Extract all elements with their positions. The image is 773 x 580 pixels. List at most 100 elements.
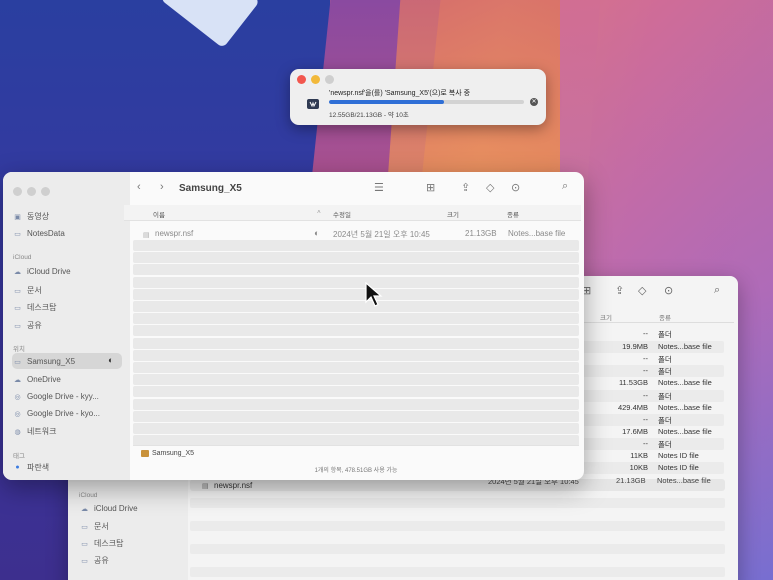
minimize-button[interactable] (27, 187, 36, 196)
sidebar-item-icloud-drive[interactable]: ☁ iCloud Drive (13, 267, 71, 276)
back-file-name: newspr.nsf (214, 481, 253, 490)
copy-progress-bar (329, 100, 524, 104)
cloud-icon: ☁ (14, 376, 21, 384)
row-kind: 폴더 (658, 355, 672, 364)
back-arrow-icon[interactable]: ‹ (137, 181, 141, 193)
row-size: -- (643, 391, 648, 400)
sidebar-item-onedrive[interactable]: ☁ OneDrive (13, 375, 61, 384)
row-size: 11.53GB (618, 378, 648, 387)
row-size: -- (643, 354, 648, 363)
row-kind: 폴더 (658, 440, 672, 449)
google-drive-icon: ◎ (14, 410, 21, 418)
sidebar-item-movies[interactable]: ▣ 동영상 (13, 211, 49, 222)
sidebar-item-samsung-x5[interactable]: ▭ Samsung_X5 (13, 357, 75, 366)
zoom-button[interactable] (325, 75, 334, 84)
zoom-button[interactable] (41, 187, 50, 196)
file-icon: ▤ (202, 483, 209, 490)
back-sidebar-item-documents[interactable]: ▭ 문서 (80, 521, 109, 532)
copy-dialog-title: 'newspr.nsf'을(를) 'Samsung_X5'(으)로 복사 중 (329, 90, 471, 97)
row-size: -- (643, 329, 648, 338)
search-icon[interactable]: ⌕ (562, 180, 568, 193)
back-sidebar-item-icloud-drive[interactable]: ☁ iCloud Drive (80, 504, 138, 513)
drive-icon (141, 450, 149, 457)
sidebar-header-icloud: iCloud (13, 254, 32, 261)
row-kind: Notes...base file (658, 403, 712, 412)
row-kind: 폴더 (658, 392, 672, 401)
row-kind: Notes...base file (658, 427, 712, 436)
sidebar-item-tag-blue[interactable]: ● 파란색 (13, 462, 49, 473)
table-row[interactable]: -- 폴더 (564, 438, 732, 451)
status-bar: 1개의 항목, 478.51GB 사용 가능 (314, 468, 398, 474)
empty-row (190, 544, 725, 554)
empty-row (133, 301, 579, 312)
eject-progress-icon[interactable]: ◐ (108, 355, 113, 365)
column-name[interactable]: 이름 (153, 209, 165, 219)
film-icon: ▣ (14, 213, 21, 221)
sidebar-item-documents[interactable]: ▭ 문서 (13, 285, 42, 296)
sidebar-item-shared[interactable]: ▭ 공유 (13, 320, 42, 331)
document-icon: ▭ (81, 523, 88, 531)
sidebar-item-desktop[interactable]: ▭ 데스크탑 (13, 302, 56, 313)
tag-icon[interactable]: ◇ (638, 284, 646, 297)
sidebar-item-google-drive-1[interactable]: ◎ Google Drive - kyy... (13, 392, 98, 401)
shared-folder-icon: ▭ (81, 557, 88, 565)
group-view-icon[interactable]: ⊞ (426, 181, 435, 194)
back-sidebar-item-desktop[interactable]: ▭ 데스크탑 (80, 538, 123, 549)
sidebar-item-notesdata[interactable]: ▭ NotesData (13, 229, 65, 238)
search-icon[interactable]: ⌕ (714, 284, 720, 297)
copy-progress-fill (329, 100, 445, 104)
table-row[interactable]: 11.53GB Notes...base file (572, 378, 732, 390)
desktop-icon: ▭ (81, 540, 88, 548)
row-kind: Notes...base file (658, 342, 712, 351)
cloud-icon: ☁ (14, 268, 21, 276)
mouse-cursor-icon (365, 281, 383, 313)
empty-row (133, 423, 579, 434)
close-button[interactable] (297, 75, 306, 84)
share-icon[interactable]: ⇪ (615, 284, 624, 297)
list-view-icon[interactable]: ☰ (374, 181, 384, 194)
stop-copy-button[interactable]: ✕ (530, 98, 538, 106)
row-size: -- (643, 366, 648, 375)
table-row[interactable]: 10KB Notes ID file (564, 462, 732, 475)
row-kind: 폴더 (658, 330, 672, 339)
empty-row (133, 240, 579, 251)
back-sidebar-item-shared[interactable]: ▭ 공유 (80, 555, 109, 566)
column-size[interactable]: 크기 (447, 209, 459, 219)
window-controls (13, 187, 50, 196)
path-bar-item[interactable]: Samsung_X5 (152, 450, 194, 457)
file-name[interactable]: newspr.nsf (155, 229, 193, 238)
shared-folder-icon: ▭ (14, 322, 21, 330)
desktop-icon: ▭ (14, 304, 21, 312)
more-options-icon[interactable]: ⊙ (511, 181, 520, 194)
more-options-icon[interactable]: ⊙ (664, 284, 673, 297)
sort-arrow-icon: ˄ (317, 209, 321, 216)
table-row[interactable]: 19.9MB Notes...base file (564, 341, 732, 354)
file-kind: Notes...base file (508, 229, 566, 238)
row-size: 17.6MB (622, 427, 648, 436)
row-size: -- (643, 439, 648, 448)
forward-arrow-icon[interactable]: › (160, 181, 164, 193)
empty-row (133, 313, 579, 324)
empty-row (133, 338, 579, 349)
table-row[interactable]: -- 폴더 (564, 390, 732, 403)
column-kind[interactable]: 종류 (507, 209, 519, 219)
copy-progress-icon: ◐ (314, 228, 320, 238)
back-col-size[interactable]: 크기 (600, 312, 612, 322)
empty-row (133, 374, 579, 385)
table-row[interactable]: -- 폴더 (572, 329, 732, 341)
table-row[interactable]: -- 폴더 (564, 365, 732, 378)
sidebar-item-network[interactable]: ◍ 네트워크 (13, 426, 56, 437)
empty-row (190, 521, 725, 531)
sidebar-item-google-drive-2[interactable]: ◎ Google Drive - kyo... (13, 409, 99, 418)
empty-row (133, 362, 579, 373)
document-icon: ▭ (14, 287, 21, 295)
google-drive-icon: ◎ (14, 393, 21, 401)
column-modified[interactable]: 수정일 (333, 209, 351, 219)
minimize-button[interactable] (311, 75, 320, 84)
back-col-kind[interactable]: 종류 (659, 312, 671, 322)
close-button[interactable] (13, 187, 22, 196)
tag-icon[interactable]: ◇ (486, 181, 494, 194)
share-icon[interactable]: ⇪ (461, 181, 470, 194)
file-document-icon (307, 96, 319, 114)
table-row[interactable]: -- 폴더 (564, 414, 732, 427)
